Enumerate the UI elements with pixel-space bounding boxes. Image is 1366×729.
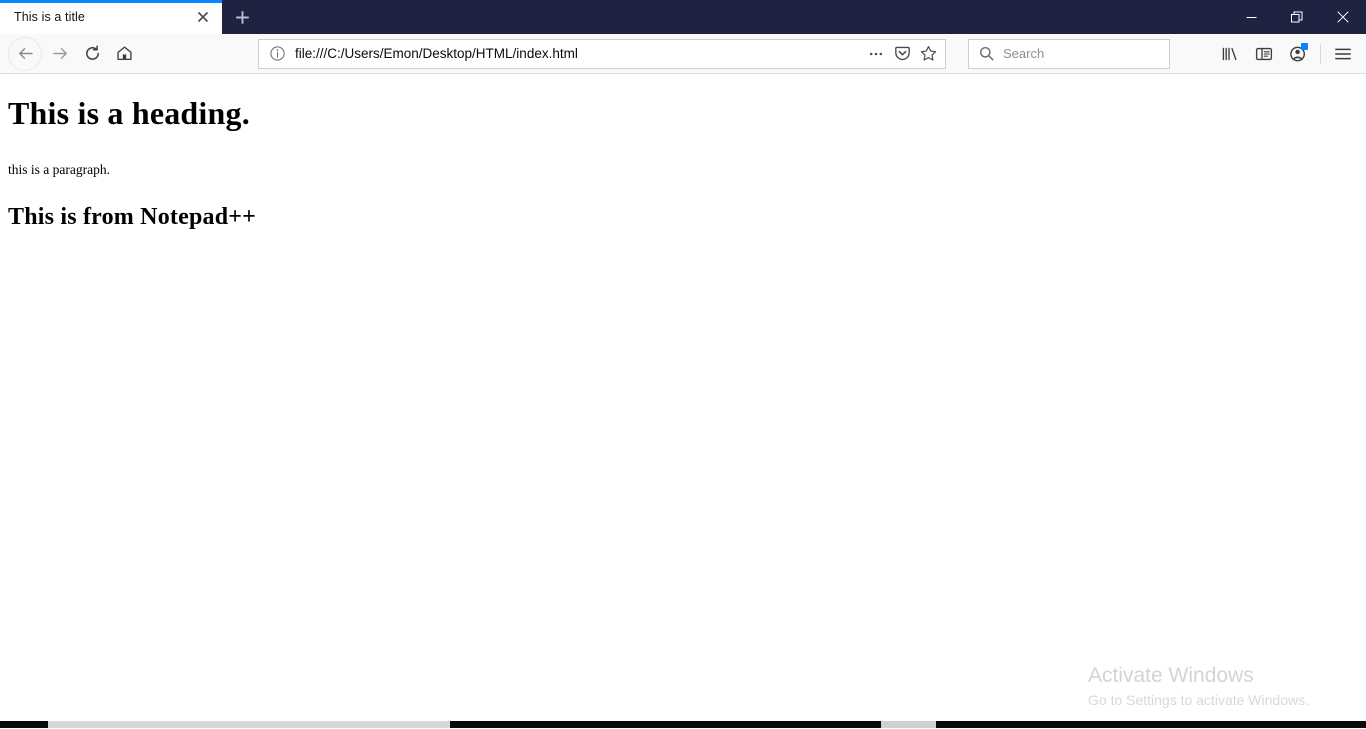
toolbar-separator <box>1320 44 1321 64</box>
browser-tab-active[interactable]: This is a title <box>0 0 222 34</box>
windows-activation-watermark: Activate Windows Go to Settings to activ… <box>1088 663 1309 711</box>
minimize-button[interactable] <box>1228 0 1274 34</box>
account-notification-dot <box>1301 43 1308 50</box>
page-content: This is a heading. this is a paragraph. … <box>0 74 1366 728</box>
scrollbar-track-patch[interactable] <box>880 721 936 728</box>
home-button[interactable] <box>108 38 140 70</box>
page-paragraph: this is a paragraph. <box>8 161 110 177</box>
reload-button[interactable] <box>76 38 108 70</box>
search-input[interactable]: Search <box>995 46 1044 61</box>
library-icon[interactable] <box>1213 38 1247 70</box>
scrollbar-track-dark[interactable] <box>450 721 881 728</box>
watermark-subtitle: Go to Settings to activate Windows. <box>1088 692 1309 709</box>
back-button[interactable] <box>8 36 42 71</box>
page-actions-icon[interactable] <box>863 41 889 67</box>
bookmark-star-icon[interactable] <box>915 41 941 67</box>
scrollbar-track-dark-end[interactable] <box>935 721 1366 728</box>
horizontal-scrollbar[interactable] <box>0 721 1366 728</box>
close-button[interactable] <box>1320 0 1366 34</box>
new-tab-button[interactable] <box>222 0 262 34</box>
search-icon <box>977 45 995 63</box>
account-icon[interactable] <box>1281 38 1315 70</box>
info-icon[interactable] <box>267 44 287 64</box>
tab-bar: This is a title <box>0 0 1366 34</box>
page-heading: This is a heading. <box>8 95 250 131</box>
restore-button[interactable] <box>1274 0 1320 34</box>
hamburger-menu-icon[interactable] <box>1326 38 1360 70</box>
address-bar[interactable]: file:///C:/Users/Emon/Desktop/HTML/index… <box>258 38 946 69</box>
scrollbar-thumb[interactable] <box>0 721 48 728</box>
watermark-title: Activate Windows <box>1088 664 1254 688</box>
toolbar-right-group <box>1213 34 1360 74</box>
window-controls <box>1228 0 1366 34</box>
sidebar-icon[interactable] <box>1247 38 1281 70</box>
close-icon[interactable] <box>192 6 214 28</box>
tab-title: This is a title <box>14 10 85 24</box>
forward-button[interactable] <box>44 38 76 70</box>
navigation-toolbar: file:///C:/Users/Emon/Desktop/HTML/index… <box>0 34 1366 74</box>
pocket-icon[interactable] <box>889 41 915 67</box>
scrollbar-track[interactable] <box>48 721 450 728</box>
page-subheading: This is from Notepad++ <box>8 204 256 231</box>
search-box[interactable]: Search <box>968 38 1170 69</box>
address-bar-text[interactable]: file:///C:/Users/Emon/Desktop/HTML/index… <box>287 46 863 61</box>
